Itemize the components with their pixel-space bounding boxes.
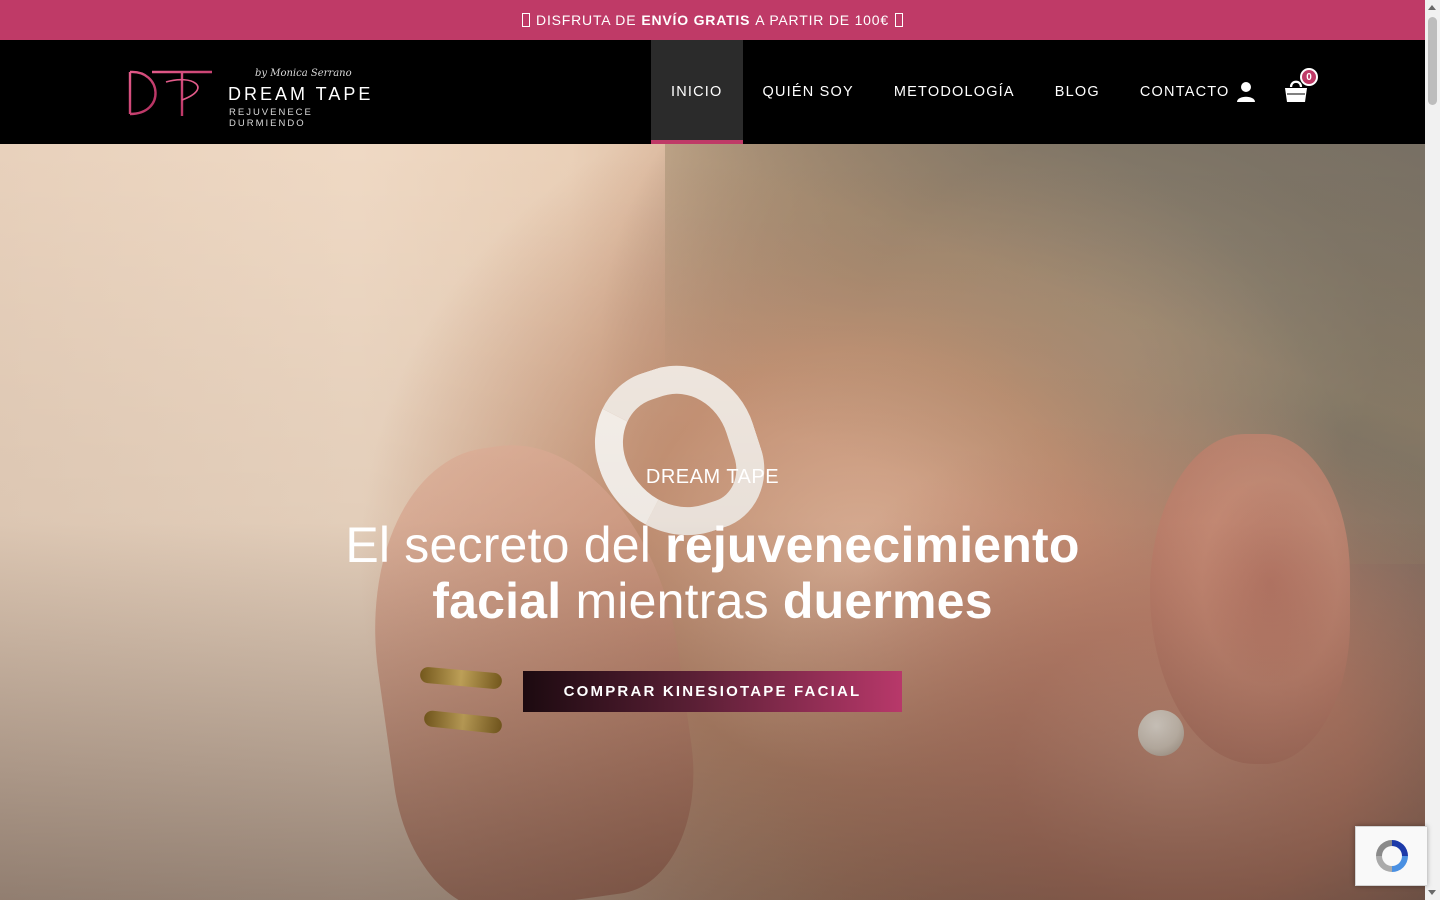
hero-title-bold: duermes xyxy=(782,573,993,629)
logo-by: by Monica Serrano xyxy=(255,68,352,79)
gift-icon xyxy=(894,13,903,27)
promo-suffix: A PARTIR DE 100€ xyxy=(755,12,889,28)
site-logo[interactable]: by Monica Serrano DREAM TAPE REJUVENECE … xyxy=(122,64,382,129)
recaptcha-icon xyxy=(1375,840,1408,872)
scrollbar[interactable] xyxy=(1425,0,1440,900)
nav-item-contacto[interactable]: CONTACTO xyxy=(1120,40,1250,144)
page: DISFRUTA DE ENVÍO GRATIS A PARTIR DE 100… xyxy=(0,0,1440,900)
logo-brand: DREAM TAPE xyxy=(228,84,374,104)
cart-count-badge: 0 xyxy=(1300,68,1318,86)
logo-monogram xyxy=(128,70,212,116)
scrollbar-thumb[interactable] xyxy=(1428,17,1437,105)
nav-item-blog[interactable]: BLOG xyxy=(1035,40,1120,144)
hero-title: El secreto del rejuvenecimiento facial m… xyxy=(0,517,1425,629)
site-header: by Monica Serrano DREAM TAPE REJUVENECE … xyxy=(0,40,1425,144)
user-icon[interactable] xyxy=(1234,80,1258,104)
nav-item-metodologia[interactable]: METODOLOGÍA xyxy=(874,40,1035,144)
logo-tagline: REJUVENECE DURMIENDO xyxy=(229,107,313,129)
scroll-up-arrow-icon[interactable] xyxy=(1428,5,1436,10)
hero-content: DREAM TAPE El secreto del rejuvenecimien… xyxy=(0,466,1425,712)
nav-item-inicio[interactable]: INICIO xyxy=(651,40,743,144)
hero-section: DREAM TAPE El secreto del rejuvenecimien… xyxy=(0,144,1425,900)
hero-title-bold: facial xyxy=(432,573,562,629)
hero-title-part: El secreto del xyxy=(345,517,666,573)
main-nav: INICIO QUIÉN SOY METODOLOGÍA BLOG CONTAC… xyxy=(651,40,1250,144)
hero-title-part: mientras xyxy=(561,573,783,629)
scroll-down-arrow-icon[interactable] xyxy=(1428,890,1436,895)
buy-kinesiotape-button[interactable]: COMPRAR KINESIOTAPE FACIAL xyxy=(523,671,902,712)
promo-highlight: ENVÍO GRATIS xyxy=(641,12,751,28)
recaptcha-badge[interactable] xyxy=(1355,826,1427,886)
promo-bar: DISFRUTA DE ENVÍO GRATIS A PARTIR DE 100… xyxy=(0,0,1425,40)
hero-title-bold: rejuvenecimiento xyxy=(665,517,1080,573)
gift-icon xyxy=(522,13,531,27)
nav-item-quien-soy[interactable]: QUIÉN SOY xyxy=(743,40,874,144)
promo-prefix: DISFRUTA DE xyxy=(536,12,637,28)
hero-kicker: DREAM TAPE xyxy=(645,466,780,488)
